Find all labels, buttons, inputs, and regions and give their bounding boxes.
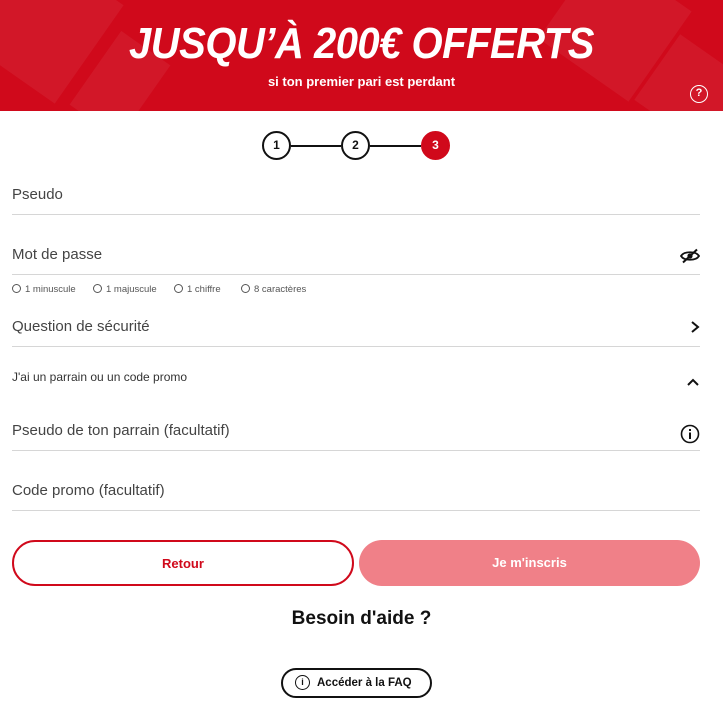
step-2: 2 bbox=[341, 131, 370, 160]
info-icon: i bbox=[295, 675, 310, 690]
step-connector bbox=[291, 145, 341, 147]
password-rule: 1 minuscule bbox=[12, 284, 76, 295]
back-button[interactable]: Retour bbox=[12, 540, 354, 586]
help-icon[interactable]: ? bbox=[690, 85, 708, 103]
eye-slash-icon[interactable] bbox=[679, 248, 701, 269]
banner-title: JUSQU’À 200€ OFFERTS bbox=[129, 20, 594, 68]
signup-button[interactable]: Je m'inscris bbox=[359, 540, 700, 586]
rule-status-icon bbox=[241, 284, 250, 293]
rule-status-icon bbox=[93, 284, 102, 293]
help-title: Besoin d'aide ? bbox=[291, 608, 432, 629]
sponsor-label: Pseudo de ton parrain (facultatif) bbox=[12, 422, 230, 439]
security-question-select[interactable]: Question de sécurité bbox=[12, 310, 700, 347]
info-icon[interactable] bbox=[680, 424, 700, 449]
promo-code-field[interactable]: Code promo (facultatif) bbox=[12, 474, 700, 511]
faq-button[interactable]: i Accéder à la FAQ bbox=[281, 668, 432, 698]
chevron-right-icon[interactable] bbox=[690, 320, 700, 339]
step-1: 1 bbox=[262, 131, 291, 160]
chevron-up-icon[interactable] bbox=[686, 374, 700, 392]
password-rule: 1 chiffre bbox=[174, 284, 221, 295]
password-rule: 1 majuscule bbox=[93, 284, 157, 295]
sponsor-field[interactable]: Pseudo de ton parrain (facultatif) bbox=[12, 414, 700, 451]
password-field[interactable]: Mot de passe bbox=[12, 238, 701, 275]
pseudo-label: Pseudo bbox=[12, 186, 63, 203]
step-3-active: 3 bbox=[421, 131, 450, 160]
rule-status-icon bbox=[12, 284, 21, 293]
promo-code-label: Code promo (facultatif) bbox=[12, 482, 165, 499]
password-rule: 8 caractères bbox=[241, 284, 306, 295]
security-question-label: Question de sécurité bbox=[12, 318, 150, 335]
rule-status-icon bbox=[174, 284, 183, 293]
banner-subtitle: si ton premier pari est perdant bbox=[267, 74, 456, 89]
promo-toggle-label: J'ai un parrain ou un code promo bbox=[12, 370, 188, 384]
step-connector bbox=[370, 145, 421, 147]
promo-banner: JUSQU’À 200€ OFFERTS si ton premier pari… bbox=[0, 0, 723, 111]
promo-toggle[interactable]: J'ai un parrain ou un code promo bbox=[12, 370, 700, 392]
registration-stepper: 1 2 3 bbox=[262, 131, 452, 161]
pseudo-field[interactable]: Pseudo bbox=[12, 178, 700, 215]
faq-label: Accéder à la FAQ bbox=[317, 677, 412, 689]
password-label: Mot de passe bbox=[12, 246, 103, 263]
